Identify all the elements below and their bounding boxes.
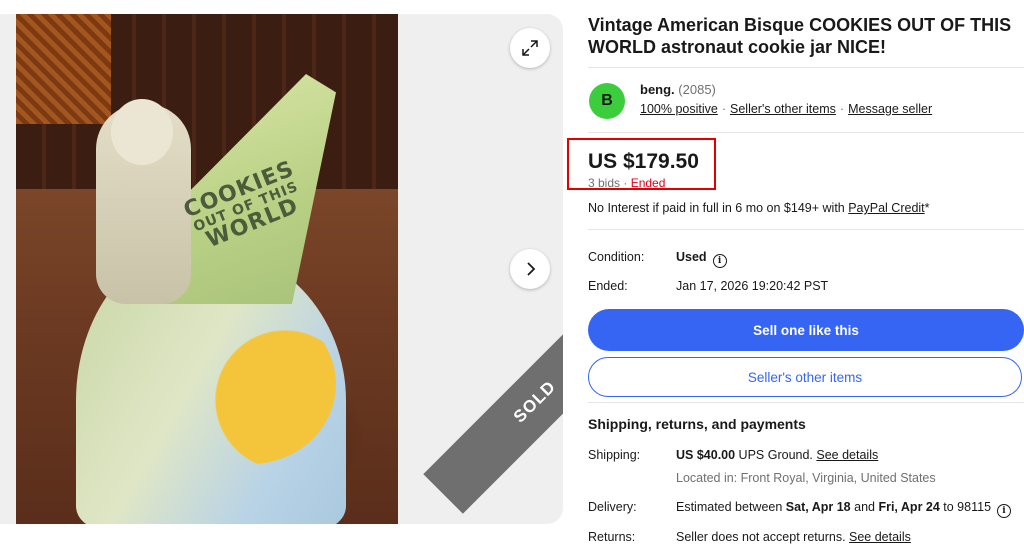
sell-one-like-this-button[interactable]: Sell one like this <box>588 309 1024 351</box>
seller-avatar[interactable]: B <box>589 83 625 119</box>
expand-icon <box>522 40 538 56</box>
delivery-suffix: to 98115 <box>939 500 992 514</box>
shipping-method: UPS Ground. <box>735 448 817 462</box>
seller-other-items-link[interactable]: Seller's other items <box>730 102 836 116</box>
item-location: Located in: Front Royal, Virginia, Unite… <box>676 471 936 485</box>
shipping-label: Shipping: <box>588 448 641 462</box>
divider <box>588 67 1024 68</box>
paypal-suffix: * <box>924 201 930 215</box>
chevron-right-icon <box>527 262 536 276</box>
message-seller-link[interactable]: Message seller <box>848 102 932 116</box>
listing-photo[interactable]: COOKIES OUT OF THIS WORLD <box>16 14 398 524</box>
condition-label: Condition: <box>588 250 645 264</box>
seller-avatar-letter: B <box>601 92 613 109</box>
next-image-button[interactable] <box>510 249 550 289</box>
delivery-end: Fri, Apr 24 <box>878 500 940 514</box>
shipping-value: US $40.00 UPS Ground. See details <box>676 448 878 462</box>
ended-label: Ended: <box>588 279 628 293</box>
divider <box>588 229 1024 230</box>
price-highlight-box <box>567 138 716 190</box>
returns-value: Seller does not accept returns. See deta… <box>676 530 911 544</box>
paypal-credit-link[interactable]: PayPal Credit <box>848 201 924 215</box>
seller-positive-link[interactable]: 100% positive <box>640 102 718 116</box>
photo-knit-blanket <box>16 14 111 124</box>
condition-text: Used <box>676 250 707 264</box>
seller-feedback-count: (2085) <box>678 82 716 97</box>
ended-value: Jan 17, 2026 19:20:42 PST <box>676 279 829 293</box>
expand-image-button[interactable] <box>510 28 550 68</box>
paypal-text: No Interest if paid in full in 6 mo on $… <box>588 201 849 215</box>
seller-info: beng. (2085) <box>640 82 716 97</box>
returns-see-details-link[interactable]: See details <box>849 530 911 544</box>
divider <box>588 402 1024 403</box>
paypal-credit-offer: No Interest if paid in full in 6 mo on $… <box>588 201 930 215</box>
seller-name[interactable]: beng. <box>640 82 675 97</box>
delivery-label: Delivery: <box>588 500 637 514</box>
sold-badge: SOLD <box>423 290 563 514</box>
divider <box>588 132 1024 133</box>
cookie-jar-moon <box>166 304 336 464</box>
condition-value: Used i <box>676 250 727 268</box>
separator-dot: · <box>839 102 845 116</box>
cookie-jar-astronaut-head <box>111 99 173 165</box>
shipping-see-details-link[interactable]: See details <box>816 448 878 462</box>
delivery-value: Estimated between Sat, Apr 18 and Fri, A… <box>676 500 1012 518</box>
seller-links: 100% positive · Seller's other items · Messa… <box>640 102 932 116</box>
delivery-start: Sat, Apr 18 <box>785 500 851 514</box>
listing-title: Vintage American Bisque COOKIES OUT OF T… <box>588 15 1012 57</box>
shipping-price: US $40.00 <box>676 448 736 462</box>
returns-text: Seller does not accept returns. <box>676 530 850 544</box>
sold-badge-label: SOLD <box>509 376 560 427</box>
returns-label: Returns: <box>588 530 636 544</box>
info-icon[interactable]: i <box>997 504 1012 518</box>
delivery-and: and <box>850 500 879 514</box>
info-icon[interactable]: i <box>712 254 727 268</box>
separator-dot: · <box>721 102 726 116</box>
image-gallery: COOKIES OUT OF THIS WORLD SOLD <box>0 14 563 524</box>
sellers-other-items-button[interactable]: Seller's other items <box>588 357 1022 397</box>
delivery-prefix: Estimated between <box>676 500 786 514</box>
shipping-section-title: Shipping, returns, and payments <box>588 416 806 432</box>
